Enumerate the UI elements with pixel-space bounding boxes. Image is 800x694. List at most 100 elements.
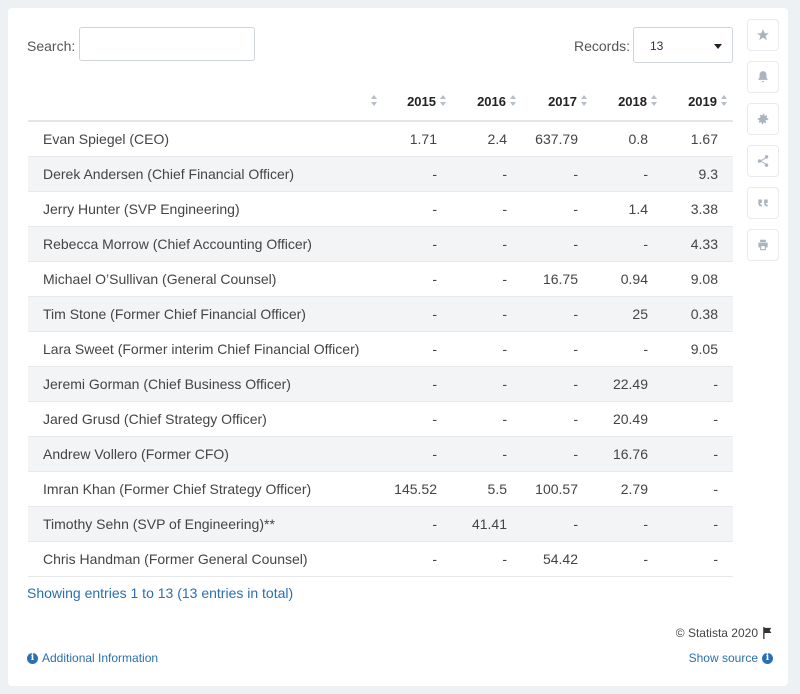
table-cell: 16.76 <box>593 436 663 472</box>
table-cell: - <box>452 541 522 577</box>
info-icon: i <box>27 652 38 664</box>
table-cell: - <box>663 541 733 577</box>
row-label: Imran Khan (Former Chief Strategy Office… <box>28 471 383 507</box>
table-cell: - <box>663 471 733 507</box>
column-header-label: 2019 <box>688 93 717 109</box>
bell-icon <box>758 71 768 83</box>
column-header-label: 2017 <box>548 93 577 109</box>
table-cell: - <box>663 366 733 402</box>
row-label: Chris Handman (Former General Counsel) <box>28 541 383 577</box>
table-cell: 5.5 <box>452 471 522 507</box>
table-row: Jeremi Gorman (Chief Business Officer) - -… <box>28 366 733 402</box>
table-cell: - <box>383 156 452 192</box>
row-label: Lara Sweet (Former interim Chief Financi… <box>28 331 383 367</box>
table-cell: - <box>383 226 452 262</box>
table-cell: - <box>383 261 452 297</box>
table-cell: - <box>383 436 452 472</box>
column-header-label: 2016 <box>477 93 506 109</box>
table-cell: - <box>593 541 663 577</box>
table-cell: 0.38 <box>663 296 733 332</box>
table-card: Search: Records: 13 2015 2016 2017 2018 2019… <box>8 8 788 686</box>
print-icon <box>758 239 768 251</box>
flag-icon[interactable] <box>762 627 773 639</box>
show-source-link[interactable]: Show source i <box>689 651 773 665</box>
table-row: Lara Sweet (Former interim Chief Financi… <box>28 331 733 367</box>
copyright: © Statista 2020 <box>676 626 773 640</box>
table-cell: - <box>663 506 733 542</box>
table-cell: - <box>452 191 522 227</box>
table-cell: - <box>383 506 452 542</box>
records-select[interactable]: 13 <box>633 27 733 63</box>
table-cell: - <box>452 436 522 472</box>
show-source-label: Show source <box>688 651 758 665</box>
table-row: Jared Grusd (Chief Strategy Officer) - - -2… <box>28 401 733 437</box>
column-header-2015[interactable]: 2015 <box>383 82 452 122</box>
quote-icon <box>758 199 768 207</box>
column-header-2019[interactable]: 2019 <box>663 82 733 122</box>
table-row: Tim Stone (Former Chief Financial Office… <box>28 296 733 332</box>
table-cell: - <box>663 436 733 472</box>
column-header-name[interactable] <box>28 82 383 122</box>
table-cell: - <box>383 331 452 367</box>
table-row: Michael O’Sullivan (General Counsel) - -16… <box>28 261 733 297</box>
column-header-2016[interactable]: 2016 <box>452 82 522 122</box>
notification-button[interactable] <box>747 61 779 93</box>
chevron-down-icon <box>714 44 722 49</box>
row-label: Rebecca Morrow (Chief Accounting Officer… <box>28 226 383 262</box>
print-button[interactable] <box>747 229 779 261</box>
table-cell: 637.79 <box>522 121 593 157</box>
sort-icon <box>440 95 447 107</box>
table-cell: - <box>383 296 452 332</box>
table-cell: - <box>452 261 522 297</box>
star-icon <box>757 29 769 41</box>
table-cell: 2.79 <box>593 471 663 507</box>
entries-summary: Showing entries 1 to 13 (13 entries in t… <box>27 585 294 601</box>
table-cell: 4.33 <box>663 226 733 262</box>
share-button[interactable] <box>747 145 779 177</box>
favorite-button[interactable] <box>747 19 779 51</box>
table-cell: - <box>593 156 663 192</box>
table-cell: - <box>452 296 522 332</box>
table-cell: 0.8 <box>593 121 663 157</box>
cite-button[interactable] <box>747 187 779 219</box>
sort-icon <box>581 95 588 107</box>
column-header-2018[interactable]: 2018 <box>593 82 663 122</box>
search-input[interactable] <box>79 27 255 61</box>
table-cell: 1.67 <box>663 121 733 157</box>
table-cell: - <box>522 156 593 192</box>
table-cell: - <box>593 331 663 367</box>
table-cell: - <box>383 366 452 402</box>
copyright-text: © Statista 2020 <box>675 626 758 640</box>
additional-information-link[interactable]: i Additional Information <box>27 651 158 665</box>
table-row: Andrew Vollero (Former CFO) - - -16.76- <box>28 436 733 472</box>
table-row: Derek Andersen (Chief Financial Officer)… <box>28 156 733 192</box>
table-cell: - <box>452 366 522 402</box>
row-label: Michael O’Sullivan (General Counsel) <box>28 261 383 297</box>
table-header-row: 2015 2016 2017 2018 2019 <box>28 82 733 122</box>
row-label: Evan Spiegel (CEO) <box>28 121 383 157</box>
info-icon: i <box>762 652 773 664</box>
share-icon <box>757 155 769 167</box>
table-cell: - <box>522 401 593 437</box>
table-cell: 41.41 <box>452 506 522 542</box>
column-header-label: 2018 <box>618 93 647 109</box>
column-header-2017[interactable]: 2017 <box>522 82 593 122</box>
table-row: Evan Spiegel (CEO) 1.71 2.4 637.79 0.8 1.67 <box>28 121 733 157</box>
table-cell: - <box>522 436 593 472</box>
table-row: Chris Handman (Former General Counsel) - -… <box>28 541 733 577</box>
column-header-label: 2015 <box>407 93 436 109</box>
table-cell: 1.4 <box>593 191 663 227</box>
table-cell: 54.42 <box>522 541 593 577</box>
search-label: Search: <box>27 38 76 54</box>
table-cell: 100.57 <box>522 471 593 507</box>
row-label: Andrew Vollero (Former CFO) <box>28 436 383 472</box>
table-cell: 20.49 <box>593 401 663 437</box>
table-cell: - <box>452 331 522 367</box>
table-cell: - <box>522 331 593 367</box>
settings-button[interactable] <box>747 103 779 135</box>
table-cell: - <box>522 506 593 542</box>
table-cell: 145.52 <box>383 471 452 507</box>
sort-icon <box>371 95 378 107</box>
sort-icon <box>510 95 517 107</box>
table-cell: - <box>452 401 522 437</box>
